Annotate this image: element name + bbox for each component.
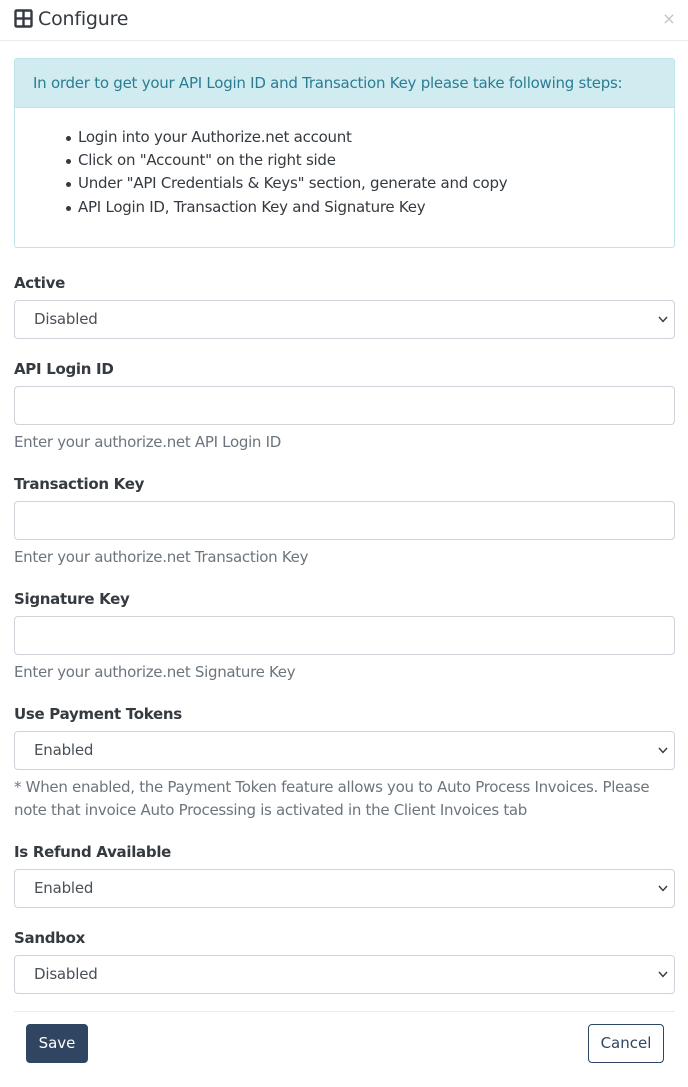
sandbox-select[interactable]: Disabled: [14, 955, 675, 994]
sandbox-label: Sandbox: [14, 929, 85, 947]
chevron-down-icon: [658, 971, 668, 978]
use-payment-tokens-select[interactable]: Enabled: [14, 731, 675, 770]
table-icon: [14, 9, 33, 28]
instructions-heading: In order to get your API Login ID and Tr…: [15, 59, 674, 108]
transaction-key-help: Enter your authorize.net Transaction Key: [14, 548, 309, 566]
close-icon[interactable]: ×: [660, 9, 678, 29]
active-select[interactable]: Disabled: [14, 300, 675, 339]
transaction-key-label: Transaction Key: [14, 475, 145, 493]
api-login-id-help: Enter your authorize.net API Login ID: [14, 433, 281, 451]
signature-key-help: Enter your authorize.net Signature Key: [14, 663, 296, 681]
cancel-button[interactable]: Cancel: [588, 1024, 664, 1063]
signature-key-label: Signature Key: [14, 590, 130, 608]
api-login-id-input[interactable]: [14, 386, 675, 425]
is-refund-available-select[interactable]: Enabled: [14, 869, 675, 908]
modal-title: Configure: [38, 8, 129, 30]
is-refund-available-label: Is Refund Available: [14, 843, 172, 861]
active-label: Active: [14, 274, 65, 292]
list-item: Login into your Authorize.net account: [66, 126, 674, 149]
active-select-value: Disabled: [34, 310, 98, 328]
list-item: API Login ID, Transaction Key and Signat…: [66, 196, 674, 219]
use-payment-tokens-help: * When enabled, the Payment Token featur…: [14, 778, 650, 819]
api-login-id-label: API Login ID: [14, 360, 114, 378]
list-item: Under "API Credentials & Keys" section, …: [66, 172, 674, 195]
instructions-list: Login into your Authorize.net account Cl…: [15, 108, 674, 219]
sandbox-select-value: Disabled: [34, 965, 98, 983]
transaction-key-input[interactable]: [14, 501, 675, 540]
use-payment-tokens-select-value: Enabled: [34, 741, 94, 759]
is-refund-available-select-value: Enabled: [34, 879, 94, 897]
chevron-down-icon: [658, 885, 668, 892]
signature-key-input[interactable]: [14, 616, 675, 655]
modal-header: Configure ×: [0, 0, 688, 41]
use-payment-tokens-label: Use Payment Tokens: [14, 705, 182, 723]
footer-divider: [14, 1011, 675, 1012]
save-button[interactable]: Save: [26, 1024, 88, 1063]
list-item: Click on "Account" on the right side: [66, 149, 674, 172]
chevron-down-icon: [658, 747, 668, 754]
chevron-down-icon: [658, 316, 668, 323]
instructions-panel: In order to get your API Login ID and Tr…: [14, 58, 675, 248]
